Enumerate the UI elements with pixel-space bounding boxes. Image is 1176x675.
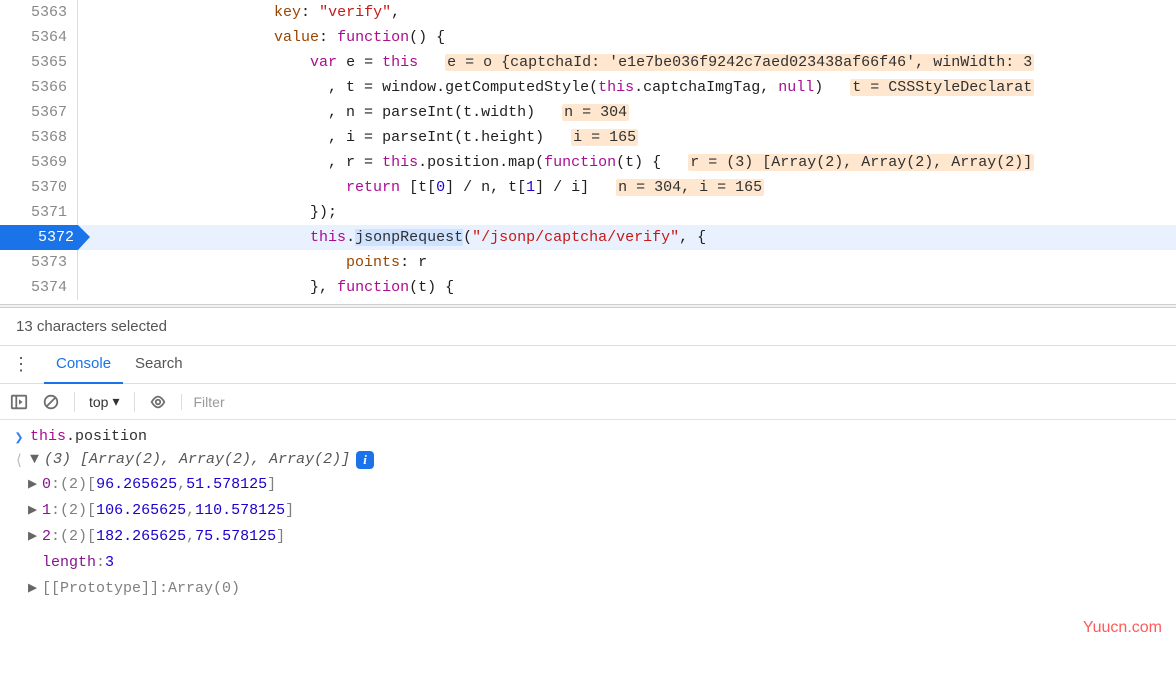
console-input-row: ❯ this.position	[4, 426, 1172, 449]
toolbar-separator	[74, 392, 75, 412]
toggle-sidebar-icon[interactable]	[10, 393, 28, 411]
code-content: }, function(t) {	[78, 275, 1176, 300]
code-line[interactable]: 5368 , i = parseInt(t.height) i = 165	[0, 125, 1176, 150]
drawer-kebab-menu[interactable]: ⋮	[10, 354, 32, 375]
drawer-tabs: ⋮ Console Search	[0, 346, 1176, 384]
inline-value-hint: t = CSSStyleDeclarat	[850, 79, 1034, 96]
expand-toggle[interactable]: ▶	[28, 524, 42, 550]
inline-value-hint: n = 304	[562, 104, 629, 121]
code-line[interactable]: 5371 });	[0, 200, 1176, 225]
array-index-row[interactable]: ▶1: (2) [106.265625, 110.578125]	[28, 498, 1172, 524]
line-number[interactable]: 5363	[0, 0, 78, 25]
code-content: value: function() {	[78, 25, 1176, 50]
line-number[interactable]: 5367	[0, 100, 78, 125]
expand-toggle[interactable]: ▶	[28, 498, 42, 524]
console-output[interactable]: ❯ this.position ⟨ ▼ (3) [Array(2), Array…	[0, 420, 1176, 608]
inline-value-hint: r = (3) [Array(2), Array(2), Array(2)]	[688, 154, 1034, 171]
tab-search[interactable]: Search	[123, 346, 195, 384]
tab-console[interactable]: Console	[44, 346, 123, 384]
line-number[interactable]: 5366	[0, 75, 78, 100]
inline-value-hint: n = 304, i = 165	[616, 179, 764, 196]
inline-value-hint: i = 165	[571, 129, 638, 146]
code-line[interactable]: 5364 value: function() {	[0, 25, 1176, 50]
expand-toggle[interactable]: ▼	[30, 451, 44, 468]
array-summary: (3) [Array(2), Array(2), Array(2)]	[44, 451, 350, 468]
code-content: points: r	[78, 250, 1176, 275]
caret-down-icon: ▾	[112, 393, 119, 410]
array-prototype-row[interactable]: ▶ [[Prototype]]: Array(0)	[28, 576, 1172, 602]
toolbar-separator	[134, 392, 135, 412]
prompt-icon: ❯	[8, 428, 30, 447]
code-line[interactable]: 5363 key: "verify",	[0, 0, 1176, 25]
code-content: , t = window.getComputedStyle(this.captc…	[78, 75, 1176, 100]
watermark: Yuucn.com	[1083, 619, 1162, 637]
context-selector[interactable]: top ▾	[89, 393, 120, 410]
code-line[interactable]: 5374 }, function(t) {	[0, 275, 1176, 300]
array-length-row: length: 3	[28, 550, 1172, 576]
filter-wrapper	[181, 394, 1167, 410]
line-number[interactable]: 5364	[0, 25, 78, 50]
line-number[interactable]: 5371	[0, 200, 78, 225]
code-line[interactable]: 5372 this.jsonpRequest("/jsonp/captcha/v…	[0, 225, 1176, 250]
line-number[interactable]: 5368	[0, 125, 78, 150]
code-content: return [t[0] / n, t[1] / i] n = 304, i =…	[78, 175, 1176, 200]
console-filter-input[interactable]	[194, 394, 1167, 410]
code-content: , n = parseInt(t.width) n = 304	[78, 100, 1176, 125]
info-icon[interactable]: i	[356, 451, 374, 469]
array-index-row[interactable]: ▶2: (2) [182.265625, 75.578125]	[28, 524, 1172, 550]
expand-toggle[interactable]: ▶	[28, 576, 42, 602]
line-number[interactable]: 5369	[0, 150, 78, 175]
console-input-code: this.position	[30, 428, 147, 445]
code-content: key: "verify",	[78, 0, 1176, 25]
code-content: , i = parseInt(t.height) i = 165	[78, 125, 1176, 150]
code-line[interactable]: 5369 , r = this.position.map(function(t)…	[0, 150, 1176, 175]
code-line[interactable]: 5366 , t = window.getComputedStyle(this.…	[0, 75, 1176, 100]
expand-toggle[interactable]: ▶	[28, 472, 42, 498]
code-line[interactable]: 5373 points: r	[0, 250, 1176, 275]
array-index-row[interactable]: ▶0: (2) [96.265625, 51.578125]	[28, 472, 1172, 498]
console-toolbar: top ▾	[0, 384, 1176, 420]
code-content: });	[78, 200, 1176, 225]
live-expression-icon[interactable]	[149, 393, 167, 411]
breakpoint-gutter[interactable]: 5372	[0, 225, 78, 250]
console-result-row: ⟨ ▼ (3) [Array(2), Array(2), Array(2)] i	[4, 449, 1172, 472]
result-icon: ⟨	[8, 451, 30, 470]
code-content: , r = this.position.map(function(t) { r …	[78, 150, 1176, 175]
line-number[interactable]: 5370	[0, 175, 78, 200]
line-number[interactable]: 5365	[0, 50, 78, 75]
code-line[interactable]: 5367 , n = parseInt(t.width) n = 304	[0, 100, 1176, 125]
code-content: var e = this e = o {captchaId: 'e1e7be03…	[78, 50, 1176, 75]
line-number[interactable]: 5373	[0, 250, 78, 275]
selection-status: 13 characters selected	[0, 308, 1176, 346]
context-selector-label: top	[89, 394, 108, 410]
code-line[interactable]: 5365 var e = this e = o {captchaId: 'e1e…	[0, 50, 1176, 75]
inline-value-hint: e = o {captchaId: 'e1e7be036f9242c7aed02…	[445, 54, 1034, 71]
code-line[interactable]: 5370 return [t[0] / n, t[1] / i] n = 304…	[0, 175, 1176, 200]
source-code-pane[interactable]: 5363 key: "verify",5364 value: function(…	[0, 0, 1176, 304]
line-number[interactable]: 5374	[0, 275, 78, 300]
selection-status-text: 13 characters selected	[16, 318, 167, 335]
code-content: this.jsonpRequest("/jsonp/captcha/verify…	[78, 225, 1176, 250]
clear-console-icon[interactable]	[42, 393, 60, 411]
